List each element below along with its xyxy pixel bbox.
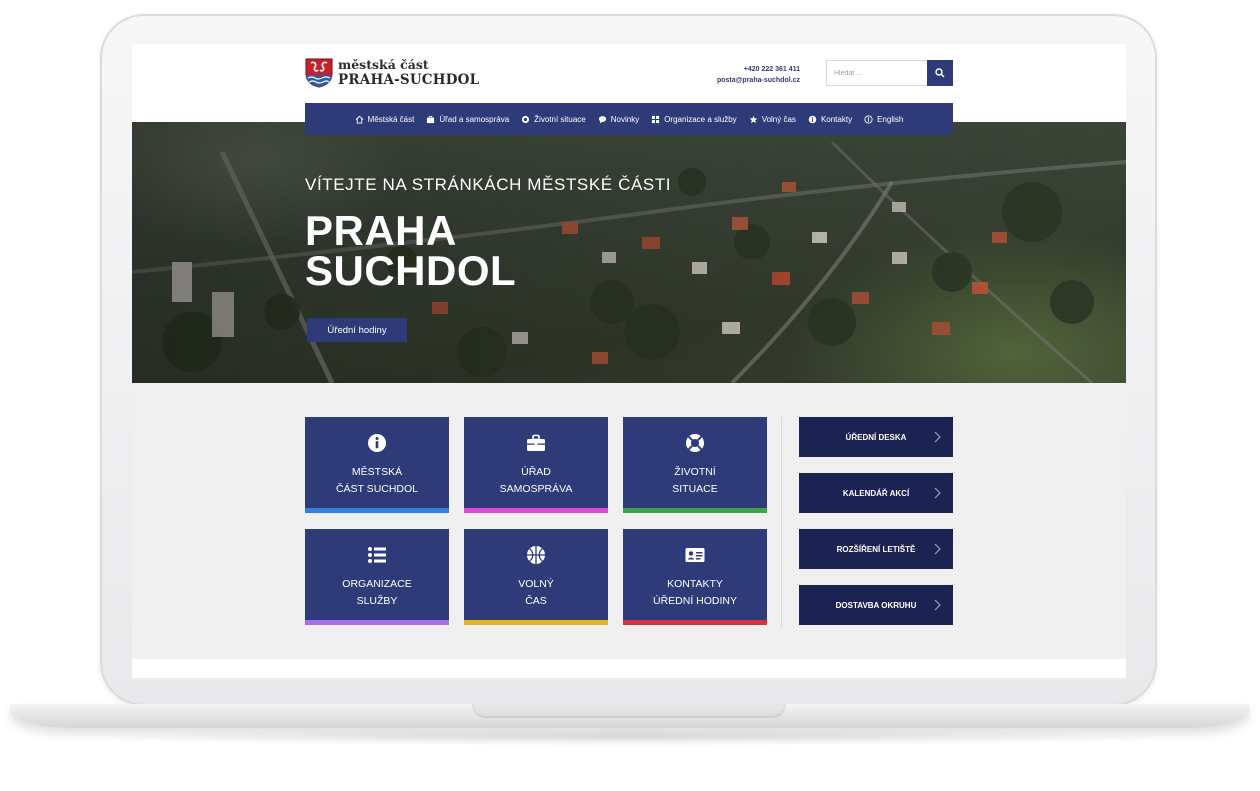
nav-label: Organizace a služby: [664, 114, 737, 124]
nav-label: Životní situace: [534, 114, 586, 124]
info-icon: [808, 115, 817, 123]
globe-icon: [864, 114, 873, 124]
logo-line-1: městská část: [338, 57, 429, 72]
tile-label: Městská část Suchdol: [335, 466, 419, 495]
tile-label: Životní situace: [672, 466, 718, 495]
tile-organizace[interactable]: Organizace služby: [305, 529, 449, 625]
contact-info: +420 222 361 411 posta@praha-suchdol.cz: [717, 64, 800, 86]
tile-accent-bar: [464, 508, 608, 513]
nav-item-volny-cas[interactable]: Volný čas: [749, 115, 796, 124]
nav-item-kontakty[interactable]: Kontakty: [808, 115, 852, 124]
nav-label: English: [877, 114, 904, 124]
hero-overlay: [132, 122, 1126, 383]
link-rozsireni-letiste[interactable]: Rozšíření letiště: [799, 529, 953, 569]
speech-bubble-icon: [598, 115, 606, 124]
hero-title-line-1: PRAHA: [305, 207, 457, 254]
home-icon: [355, 115, 364, 124]
laptop-notch: [472, 704, 786, 718]
search-box: [826, 60, 953, 86]
grid-icon: [652, 115, 660, 123]
laptop-screen: městská část PRAHA-SUCHDOL +420 222 361 …: [132, 44, 1126, 678]
tile-accent-bar: [623, 620, 767, 625]
search-button[interactable]: [927, 60, 953, 86]
tile-mestska-cast[interactable]: Městská část Suchdol: [305, 417, 449, 513]
email-link[interactable]: posta@praha-suchdol.cz: [717, 75, 800, 86]
chevron-right-icon: [934, 543, 941, 555]
info-icon: [368, 434, 386, 452]
nav-item-novinky[interactable]: Novinky: [598, 115, 639, 124]
tile-accent-bar: [305, 620, 449, 625]
list-icon: [368, 547, 386, 563]
search-icon: [935, 68, 945, 78]
briefcase-icon: [427, 115, 435, 123]
tile-accent-bar: [464, 620, 608, 625]
logo-line-2: PRAHA-SUCHDOL: [338, 71, 480, 88]
site-logo[interactable]: městská část PRAHA-SUCHDOL: [305, 58, 479, 88]
link-dostavba-okruhu[interactable]: Dostavba okruhu: [799, 585, 953, 625]
tile-urad[interactable]: Úřad samospráva: [464, 417, 608, 513]
tile-label: Organizace služby: [342, 578, 412, 607]
side-link-label: Rozšíření letiště: [836, 544, 916, 554]
nav-label: Městská část: [367, 114, 415, 124]
tile-label: Kontakty úřední hodiny: [652, 578, 737, 607]
tile-accent-bar: [623, 508, 767, 513]
vertical-divider: [781, 417, 782, 627]
phone-link[interactable]: +420 222 361 411: [717, 64, 800, 75]
side-link-label: Kalendář akcí: [842, 488, 910, 498]
nav-label: Volný čas: [761, 114, 796, 124]
tile-label: Úřad samospráva: [499, 466, 573, 495]
coat-of-arms-icon: [305, 58, 333, 88]
nav-item-mestska-cast[interactable]: Městská část: [355, 114, 415, 124]
nav-item-organizace[interactable]: Organizace a služby: [651, 114, 737, 124]
hero-title-line-2: SUCHDOL: [305, 247, 517, 294]
tile-volny-cas[interactable]: Volný čas: [464, 529, 608, 625]
link-kalendar-akci[interactable]: Kalendář akcí: [799, 473, 953, 513]
tile-zivotni-situace[interactable]: Životní situace: [623, 417, 767, 513]
hero-banner: Vítejte na stránkách městské části PRAHA…: [132, 122, 1126, 383]
id-card-icon: [685, 548, 705, 562]
lifebuoy-icon: [522, 115, 530, 123]
footer-strip: [132, 659, 1126, 678]
laptop-shadow: [90, 728, 1170, 746]
hero-subtitle: Vítejte na stránkách městské části: [305, 175, 672, 194]
briefcase-icon: [527, 434, 545, 451]
main-nav: Městská část Úřad a samospráva Životní s…: [305, 103, 953, 135]
lifebuoy-icon: [686, 434, 704, 452]
basketball-icon: [527, 546, 545, 564]
nav-label: Kontakty: [820, 114, 853, 124]
hero-title: PRAHA SUCHDOL: [305, 207, 517, 294]
side-link-label: Úřední deska: [845, 432, 907, 442]
tile-accent-bar: [305, 508, 449, 513]
chevron-right-icon: [934, 487, 941, 499]
side-link-label: Dostavba okruhu: [835, 600, 917, 610]
link-uredni-deska[interactable]: Úřední deska: [799, 417, 953, 457]
tile-label: Volný čas: [518, 578, 554, 607]
nav-item-zivotni-situace[interactable]: Životní situace: [521, 115, 586, 124]
office-hours-button[interactable]: Úřední hodiny: [307, 318, 407, 342]
chevron-right-icon: [934, 431, 941, 443]
nav-item-urad[interactable]: Úřad a samospráva: [426, 115, 509, 124]
nav-label: Úřad a samospráva: [439, 114, 510, 124]
search-input[interactable]: [826, 60, 927, 86]
chevron-right-icon: [934, 599, 941, 611]
nav-item-english[interactable]: English: [864, 115, 903, 124]
tile-kontakty[interactable]: Kontakty úřední hodiny: [623, 529, 767, 625]
star-icon: [749, 115, 758, 123]
nav-label: Novinky: [610, 114, 640, 124]
